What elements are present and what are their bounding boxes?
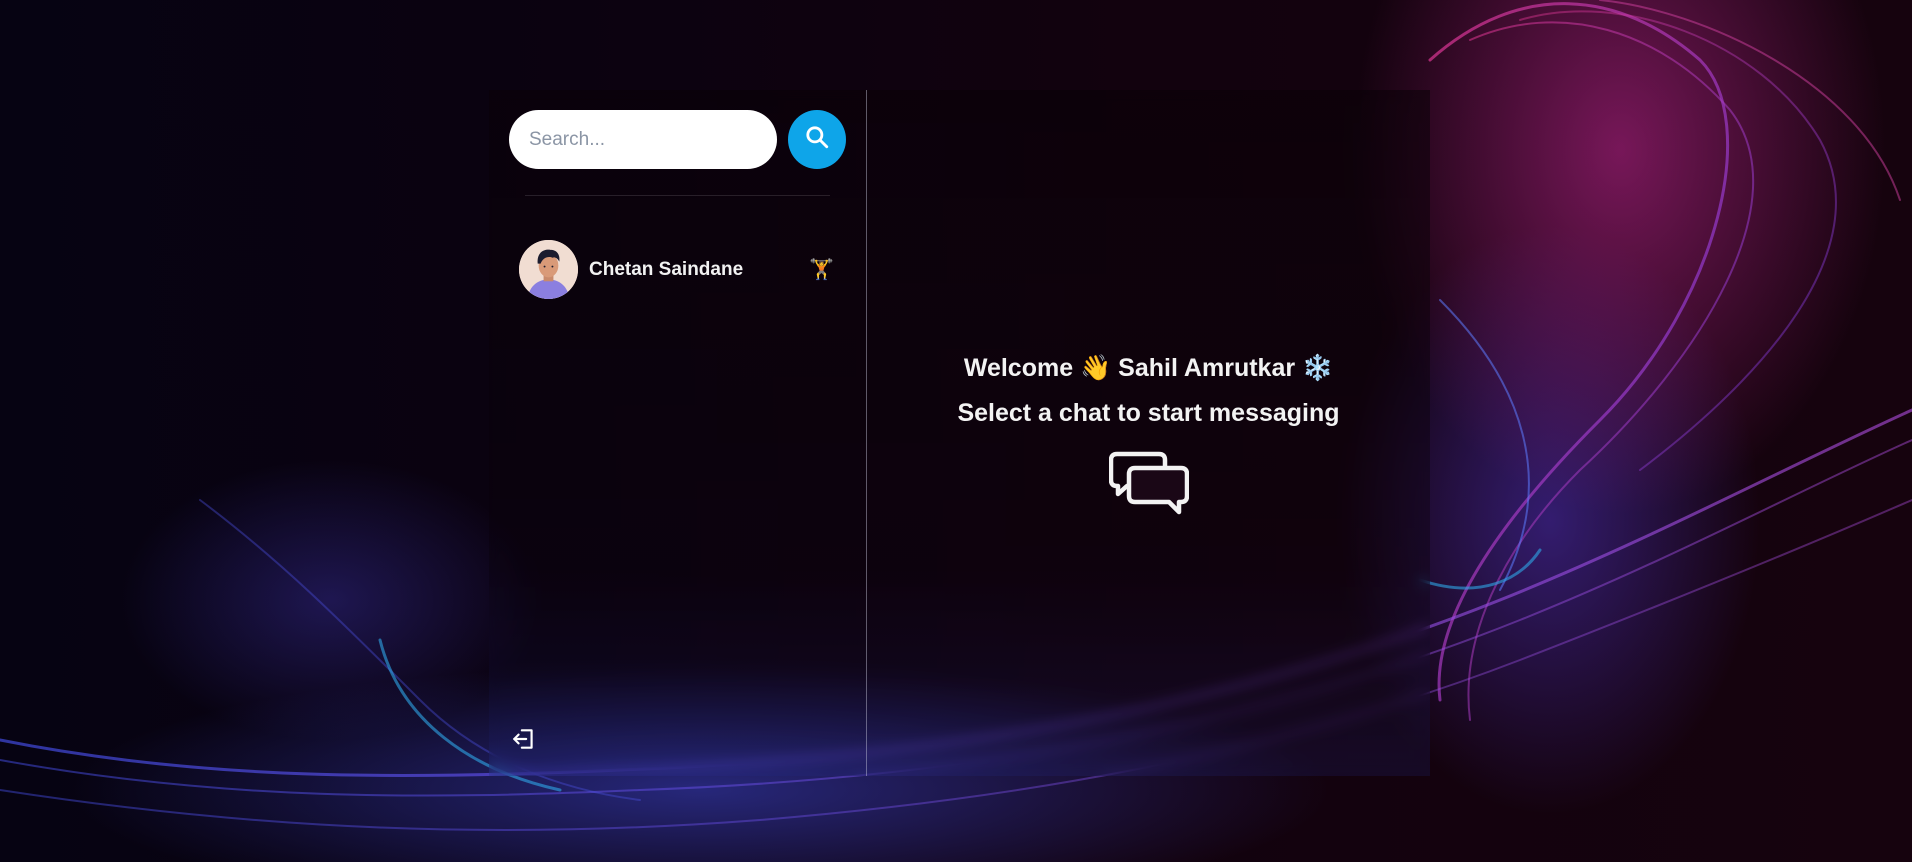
conversation-emoji: 🏋️ (809, 259, 834, 281)
conversation-name: Chetan Saindane (589, 258, 744, 280)
search-icon (804, 124, 830, 155)
sidebar-divider (525, 195, 830, 196)
wave-emoji: 👋 (1080, 353, 1112, 382)
search-input[interactable] (509, 110, 777, 169)
conversation-item[interactable]: Chetan Saindane 🏋️ (509, 240, 846, 299)
user-name: Sahil Amrutkar (1118, 353, 1296, 382)
search-form (509, 110, 846, 169)
chat-window: Chetan Saindane 🏋️ Welcome 👋 Sahil Amrut… (489, 90, 1430, 776)
snowflake-emoji: ❄️ (1302, 353, 1334, 382)
sidebar: Chetan Saindane 🏋️ (489, 90, 867, 776)
avatar (519, 240, 578, 299)
search-button[interactable] (788, 110, 846, 169)
logout-button[interactable] (509, 726, 539, 756)
no-chat-selected: Welcome 👋 Sahil Amrutkar ❄️ Select a cha… (867, 90, 1430, 776)
chat-bubbles-icon (1108, 450, 1189, 521)
welcome-message: Welcome 👋 Sahil Amrutkar ❄️ (964, 346, 1333, 391)
logout-icon (511, 726, 537, 757)
welcome-prefix: Welcome (963, 353, 1074, 382)
select-chat-prompt: Select a chat to start messaging (957, 398, 1340, 427)
